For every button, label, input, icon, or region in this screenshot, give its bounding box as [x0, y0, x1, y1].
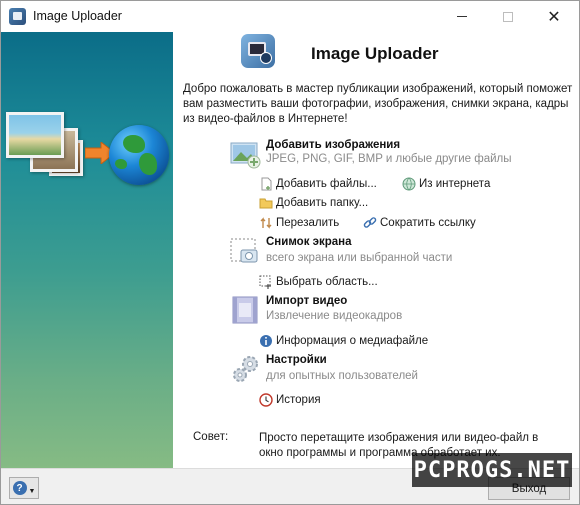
add-images-icon	[230, 142, 261, 169]
maximize-button	[485, 1, 531, 32]
link-icon	[363, 217, 377, 228]
photo-icon	[6, 112, 64, 158]
app-icon	[9, 8, 26, 25]
help-icon: ?	[12, 481, 27, 495]
reupload-label: Перезалить	[276, 217, 340, 229]
shorten-link-link[interactable]: Сократить ссылку	[363, 216, 476, 230]
window-title: Image Uploader	[33, 9, 122, 23]
globe-small-icon	[402, 177, 416, 191]
add-folder-link[interactable]: Добавить папку...	[259, 196, 368, 210]
screenshot-title[interactable]: Снимок экрана	[266, 236, 352, 248]
app-logo-icon	[241, 34, 275, 68]
maximize-icon	[503, 11, 513, 22]
add-images-title[interactable]: Добавить изображения	[266, 139, 400, 151]
app-window: Image Uploader ✕ Image Uploader Добро по…	[0, 0, 580, 505]
minimize-button[interactable]	[439, 1, 485, 32]
file-add-icon	[261, 177, 272, 191]
close-icon: ✕	[547, 8, 561, 26]
history-link[interactable]: История	[259, 393, 321, 407]
media-info-link[interactable]: Информация о медиафайле	[259, 334, 428, 348]
settings-title[interactable]: Настройки	[266, 354, 327, 366]
history-label: История	[276, 394, 321, 406]
add-files-link[interactable]: Добавить файлы...	[259, 177, 377, 191]
reupload-link[interactable]: Перезалить	[259, 216, 339, 230]
select-area-icon	[259, 275, 271, 289]
select-area-link[interactable]: Выбрать область...	[259, 275, 378, 289]
select-area-label: Выбрать область...	[276, 276, 378, 288]
watermark-overlay: PCPROGS.NET	[412, 453, 572, 487]
from-internet-label: Из интернета	[419, 178, 491, 190]
history-clock-icon	[259, 393, 273, 407]
page-title: Image Uploader	[311, 44, 439, 63]
settings-subtitle: для опытных пользователей	[266, 370, 418, 382]
settings-gear-icon	[233, 356, 258, 382]
minimize-icon	[457, 16, 467, 17]
from-internet-link[interactable]: Из интернета	[402, 177, 490, 191]
video-import-icon	[232, 296, 258, 324]
screenshot-subtitle: всего экрана или выбранной части	[266, 252, 453, 264]
close-button[interactable]: ✕	[531, 1, 577, 32]
add-files-label: Добавить файлы...	[276, 178, 377, 190]
reupload-icon	[260, 217, 272, 229]
add-images-subtitle: JPEG, PNG, GIF, BMP и любые другие файлы	[266, 153, 512, 165]
add-folder-label: Добавить папку...	[276, 197, 369, 209]
dropdown-arrow-icon: ▼	[28, 487, 36, 495]
folder-icon	[259, 198, 273, 209]
info-icon	[260, 335, 272, 347]
help-button[interactable]: ? ▼	[9, 477, 39, 499]
intro-text: Добро пожаловать в мастер публикации изо…	[183, 83, 573, 125]
globe-icon	[109, 125, 169, 185]
shorten-link-label: Сократить ссылку	[380, 217, 476, 229]
media-info-label: Информация о медиафайле	[276, 335, 429, 347]
video-title[interactable]: Импорт видео	[266, 295, 347, 307]
video-subtitle: Извлечение видеокадров	[266, 310, 403, 322]
tip-label: Совет:	[193, 431, 229, 443]
banner-panel	[1, 32, 173, 468]
screenshot-icon	[230, 238, 258, 263]
title-bar: Image Uploader ✕	[1, 1, 579, 32]
